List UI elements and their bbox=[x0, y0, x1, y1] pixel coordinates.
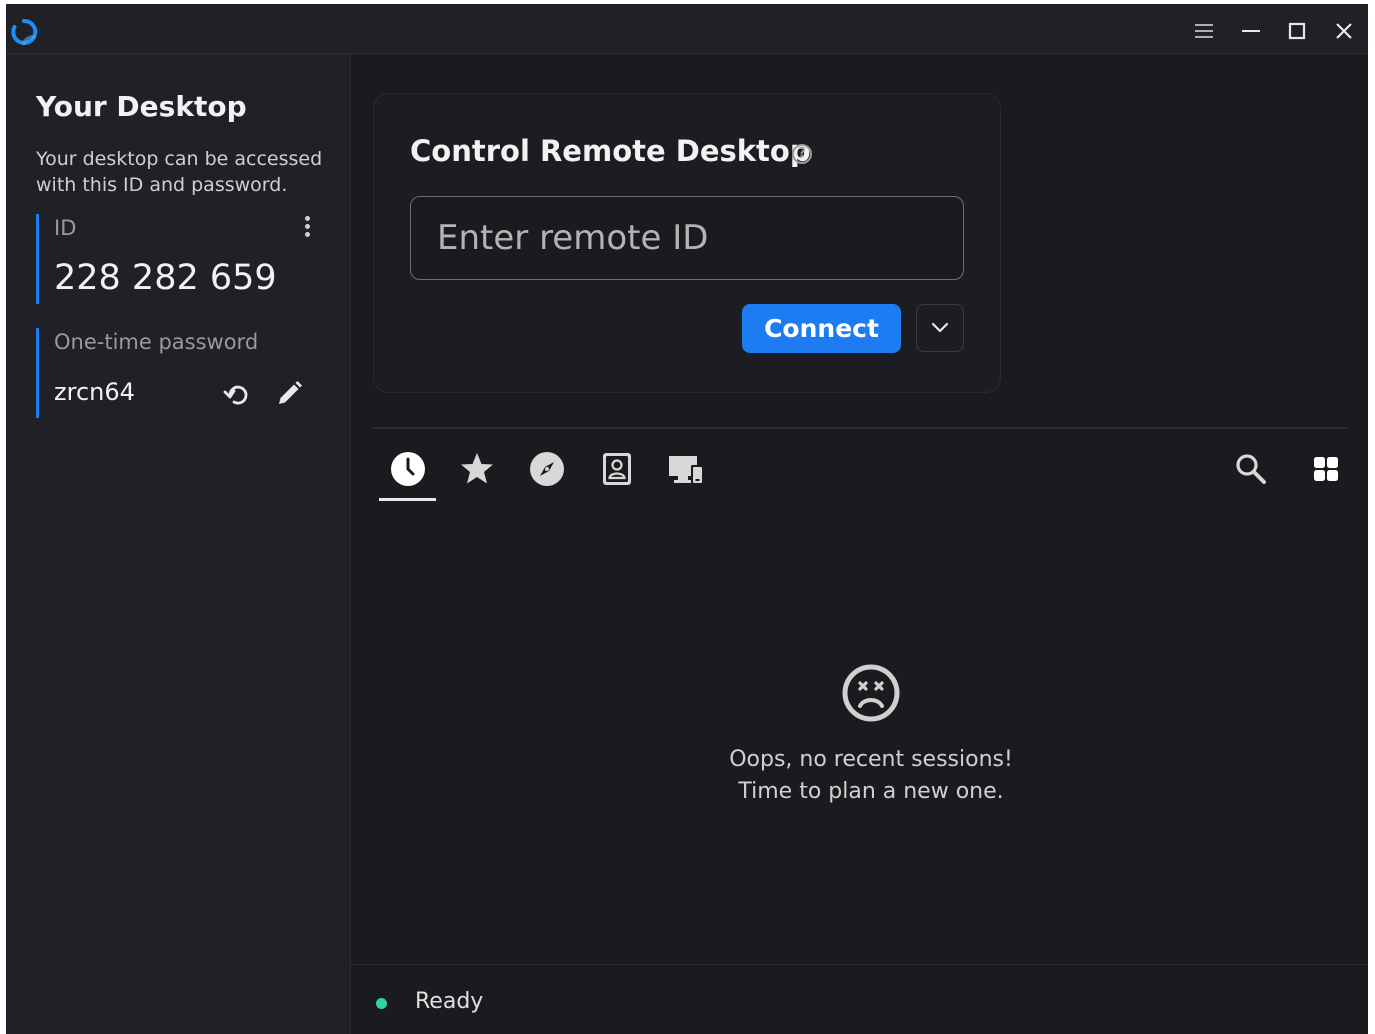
password-section: One-time password zrcn64 bbox=[36, 328, 319, 418]
title-bar bbox=[6, 4, 1368, 54]
clock-icon bbox=[391, 452, 425, 486]
menu-icon[interactable] bbox=[1191, 18, 1217, 44]
more-options-icon[interactable] bbox=[301, 214, 313, 242]
address-book-icon bbox=[603, 453, 631, 485]
maximize-button[interactable] bbox=[1284, 18, 1310, 44]
refresh-password-icon[interactable] bbox=[222, 380, 252, 410]
tab-recent-sessions[interactable] bbox=[388, 449, 428, 489]
empty-state-message: Oops, no recent sessions! Time to plan a… bbox=[671, 744, 1071, 808]
status-text: Ready bbox=[415, 989, 484, 1014]
devices-icon bbox=[669, 456, 703, 484]
main-panel: Control Remote Desktop ? Connect bbox=[351, 54, 1368, 1034]
search-icon bbox=[1236, 454, 1266, 484]
id-label: ID bbox=[54, 216, 77, 240]
empty-state-line1: Oops, no recent sessions! bbox=[729, 747, 1013, 772]
section-divider bbox=[373, 427, 1347, 429]
connect-options-button[interactable] bbox=[916, 304, 964, 352]
minimize-button[interactable] bbox=[1238, 18, 1264, 44]
close-button[interactable] bbox=[1331, 18, 1357, 44]
tab-discovered[interactable] bbox=[527, 449, 567, 489]
sidebar-title: Your Desktop bbox=[36, 90, 247, 123]
view-toggle-button[interactable] bbox=[1306, 449, 1346, 489]
tab-favorites[interactable] bbox=[457, 449, 497, 489]
grid-view-icon bbox=[1314, 457, 1338, 481]
chevron-down-icon bbox=[931, 322, 949, 333]
connect-button[interactable]: Connect bbox=[742, 304, 901, 353]
tab-devices[interactable] bbox=[666, 449, 706, 489]
sidebar-description: Your desktop can be accessed with this I… bbox=[36, 148, 323, 196]
app-window: Your Desktop Your desktop can be accesse… bbox=[6, 4, 1368, 1034]
id-value: 228 282 659 bbox=[54, 258, 277, 298]
sad-face-icon bbox=[842, 664, 900, 722]
compass-icon bbox=[530, 452, 564, 486]
password-label: One-time password bbox=[54, 330, 259, 354]
star-icon bbox=[461, 453, 493, 484]
status-indicator bbox=[376, 998, 387, 1009]
sidebar: Your Desktop Your desktop can be accesse… bbox=[6, 54, 351, 1034]
tab-address-book[interactable] bbox=[596, 449, 636, 489]
control-remote-card: Control Remote Desktop ? Connect bbox=[373, 93, 1001, 393]
password-value: zrcn64 bbox=[54, 378, 135, 406]
active-tab-indicator bbox=[379, 498, 436, 501]
id-section: ID 228 282 659 bbox=[36, 214, 319, 304]
search-button[interactable] bbox=[1231, 449, 1271, 489]
card-title: Control Remote Desktop bbox=[410, 134, 811, 168]
status-bar: Ready bbox=[351, 964, 1368, 1034]
remote-id-input[interactable] bbox=[410, 196, 964, 280]
help-icon[interactable]: ? bbox=[792, 144, 812, 164]
app-logo-icon bbox=[11, 18, 38, 45]
edit-password-icon[interactable] bbox=[273, 378, 305, 410]
empty-state-line2: Time to plan a new one. bbox=[738, 779, 1004, 804]
